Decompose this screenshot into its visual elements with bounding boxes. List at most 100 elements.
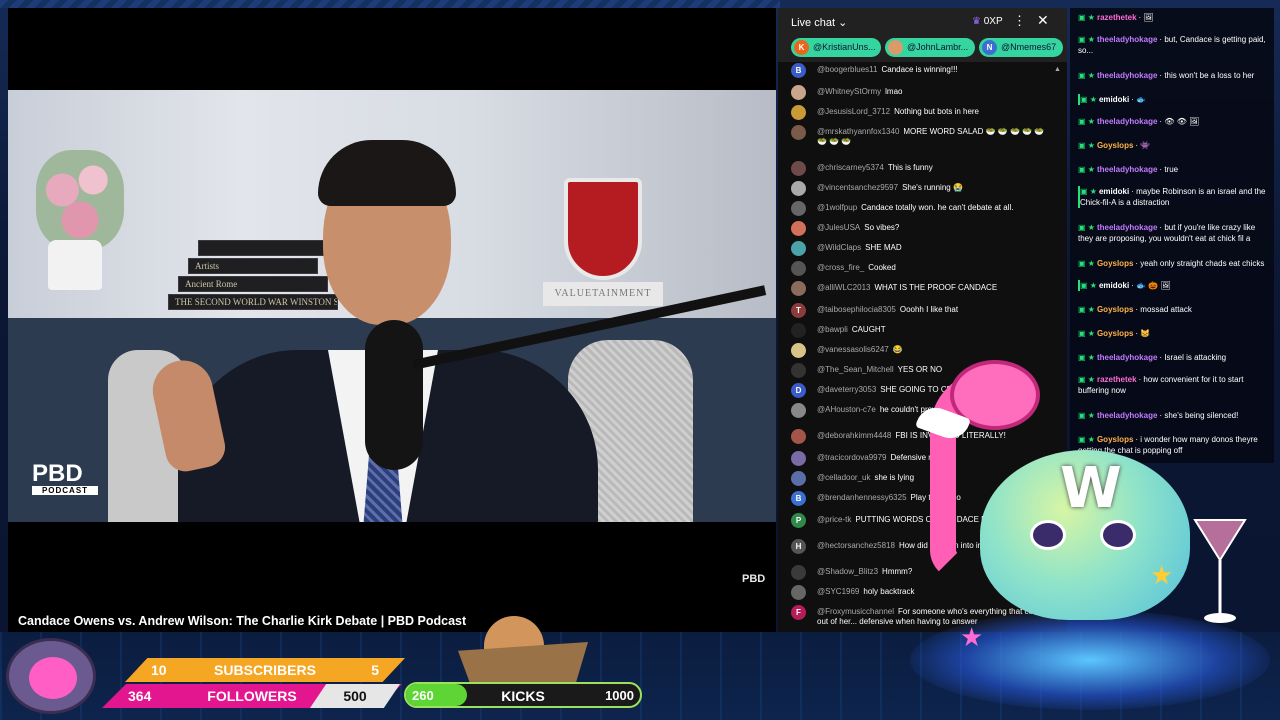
badge-icon: ▣ ★ (1080, 187, 1097, 196)
avatar[interactable] (791, 585, 806, 600)
overlay-chat-username: Goyslops (1096, 141, 1134, 150)
kicks-target: 1000 (605, 688, 634, 703)
chat-message[interactable]: @WildClaps SHE MAD (791, 240, 1056, 256)
overlay-chat-message: ▣ ★ theeladyhokage · but if you're like cr… (1078, 222, 1270, 244)
avatar[interactable] (791, 261, 806, 276)
avatar[interactable] (791, 161, 806, 176)
overlay-chat-message: ▣ ★ Goyslops · 😸 (1078, 328, 1270, 339)
badge-icon: ▣ ★ (1078, 165, 1095, 174)
chat-username[interactable]: @1wolfpup (817, 203, 857, 212)
close-icon[interactable]: ✕ (1037, 12, 1049, 29)
chat-message[interactable]: @WhitneyStOrmy lmao (791, 84, 1056, 100)
avatar[interactable] (791, 363, 806, 378)
avatar[interactable] (791, 403, 806, 418)
chat-username[interactable]: @The_Sean_Mitchell (817, 365, 894, 374)
avatar[interactable]: D (791, 383, 806, 398)
avatar[interactable] (791, 281, 806, 296)
chat-username[interactable]: @JulesUSA (817, 223, 860, 232)
scroll-up-icon[interactable]: ▲ (1054, 66, 1061, 73)
chat-message[interactable]: @alliWLC2013 WHAT IS THE PROOF CANDACE (791, 280, 1056, 296)
chat-username[interactable]: @tracicordova9979 (817, 453, 887, 462)
chat-message[interactable]: @vanessasolis6247 😂 (791, 342, 1056, 358)
avatar[interactable]: B (791, 63, 806, 78)
chat-username[interactable]: @alliWLC2013 (817, 283, 870, 292)
chat-message[interactable]: @chriscarney5374 This is funny (791, 160, 1056, 176)
chat-username[interactable]: @vanessasolis6247 (817, 345, 889, 354)
avatar: N (982, 40, 997, 55)
chat-username[interactable]: @Froxymusicchannel (817, 607, 894, 616)
flamingo-floatie-mascot: W ★ ★ (900, 360, 1280, 720)
chat-message[interactable]: @cross_fire_ Cooked (791, 260, 1056, 276)
chat-username[interactable]: @brendanhennessy6325 (817, 493, 907, 502)
chat-username[interactable]: @price-tk (817, 515, 851, 524)
avatar[interactable] (791, 565, 806, 580)
rock-face (29, 657, 77, 699)
chat-username[interactable]: @mrskathyannfox1340 (817, 127, 899, 136)
chat-message[interactable]: B @boogerblues11 Candace is winning!!! (791, 62, 1056, 78)
overlay-chat-message: ▣ ★ Goyslops · yeah only straight chads ea… (1078, 258, 1270, 269)
chat-username[interactable]: @cross_fire_ (817, 263, 864, 272)
pinned-member-label: @Nmemes67 (1001, 42, 1057, 52)
chat-username[interactable]: @Shadow_Blitz3 (817, 567, 878, 576)
chat-message-body: @bawpli CAUGHT (817, 322, 1056, 335)
chat-username[interactable]: @celladoor_uk (817, 473, 870, 482)
more-options-icon[interactable]: ⋮ (1013, 13, 1026, 29)
chat-username[interactable]: @taibosephilocia8305 (817, 305, 896, 314)
avatar[interactable] (791, 451, 806, 466)
badge-icon: ▣ ★ (1078, 35, 1095, 44)
overlay-chat-message: ▣ ★ theeladyhokage · true (1078, 164, 1270, 175)
chat-username[interactable]: @boogerblues11 (817, 65, 877, 74)
chat-message[interactable]: @JulesUSA So vibes? (791, 220, 1056, 236)
crown-icon: ♛ (972, 16, 981, 27)
chat-username[interactable]: @JesusisLord_3712 (817, 107, 890, 116)
avatar[interactable]: F (791, 605, 806, 620)
chat-username[interactable]: @deborahkimm4448 (817, 431, 891, 440)
chat-username[interactable]: @hectorsanchez5818 (817, 541, 895, 550)
avatar[interactable] (791, 429, 806, 444)
chat-username[interactable]: @WildClaps (817, 243, 861, 252)
chat-message[interactable]: @JesusisLord_3712 Nothing but bots in her… (791, 104, 1056, 120)
avatar[interactable] (791, 105, 806, 120)
avatar[interactable] (791, 323, 806, 338)
overlay-chat-text: 🖼 (1143, 13, 1154, 22)
avatar[interactable]: T (791, 303, 806, 318)
chat-message[interactable]: @bawpli CAUGHT (791, 322, 1056, 338)
avatar[interactable] (791, 85, 806, 100)
cocktail-glass-icon (1190, 510, 1250, 630)
avatar[interactable] (791, 471, 806, 486)
avatar[interactable] (791, 181, 806, 196)
avatar[interactable]: H (791, 539, 806, 554)
chat-message[interactable]: @1wolfpup Candace totally won. he can't d… (791, 200, 1056, 216)
pinned-member-label: @JohnLambr... (907, 42, 969, 52)
overlay-chat-username: theeladyhokage (1096, 71, 1158, 80)
overlay-chat-text: true (1164, 165, 1179, 174)
chat-username[interactable]: @WhitneyStOrmy (817, 87, 881, 96)
chat-message[interactable]: @mrskathyannfox1340 MORE WORD SALAD 🥗 🥗 🥗… (791, 124, 1056, 147)
xp-badge[interactable]: ♛ 0XP (972, 16, 1003, 27)
pinned-member[interactable]: @JohnLambr... (885, 38, 975, 57)
chat-message-body: @chriscarney5374 This is funny (817, 160, 1056, 173)
avatar[interactable] (791, 343, 806, 358)
video-player[interactable]: Artists Ancient Rome THE SECOND WORLD WA… (8, 8, 776, 632)
live-chat-dropdown[interactable]: Live chat ⌄ (791, 16, 847, 29)
avatar[interactable]: P (791, 513, 806, 528)
avatar[interactable] (791, 201, 806, 216)
avatar[interactable]: B (791, 491, 806, 506)
chat-message[interactable]: T @taibosephilocia8305 Ooohh I like that (791, 302, 1056, 318)
overlay-chat-message: ▣ ★ emidoki · 🐟 🎃 🖼 (1078, 280, 1270, 291)
blob-eye-left (1030, 520, 1066, 550)
avatar[interactable] (791, 125, 806, 140)
pinned-member[interactable]: K @KristianUns... (791, 38, 881, 57)
chat-message[interactable]: @vincentsanchez9597 She's running 😭 (791, 180, 1056, 196)
chat-username[interactable]: @vincentsanchez9597 (817, 183, 898, 192)
chat-username[interactable]: @bawpli (817, 325, 848, 334)
avatar[interactable] (791, 241, 806, 256)
overlay-chat-username: emidoki (1098, 95, 1130, 104)
chat-username[interactable]: @SYC1969 (817, 587, 859, 596)
pinned-member[interactable]: N @Nmemes67 (979, 38, 1063, 57)
chat-username[interactable]: @chriscarney5374 (817, 163, 884, 172)
chat-username[interactable]: @daveterry3053 (817, 385, 876, 394)
avatar[interactable] (791, 221, 806, 236)
video-title: Candace Owens vs. Andrew Wilson: The Cha… (18, 614, 467, 628)
chat-username[interactable]: @AHouston-c7e (817, 405, 876, 414)
